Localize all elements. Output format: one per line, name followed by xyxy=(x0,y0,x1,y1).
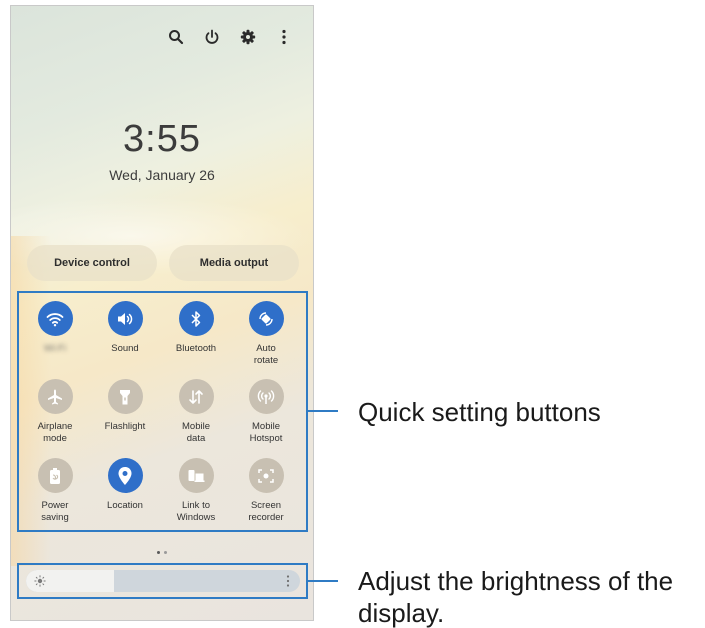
clock-time: 3:55 xyxy=(123,118,201,160)
page-indicator xyxy=(11,551,313,554)
manual-page: 3:55 Wed, January 26 Device control Medi… xyxy=(0,0,705,628)
page-dot xyxy=(164,551,167,554)
quick-settings-callout: Quick setting buttons xyxy=(358,397,601,427)
media-output-button[interactable]: Media output xyxy=(169,245,299,281)
quick-settings-highlight xyxy=(17,291,308,532)
page-dot-active xyxy=(157,551,160,554)
brightness-highlight xyxy=(17,563,308,599)
quick-settings-callout-line xyxy=(308,410,338,412)
brightness-callout-line2: display. xyxy=(358,598,445,628)
power-icon[interactable] xyxy=(201,26,223,48)
clock-date: Wed, January 26 xyxy=(109,167,215,183)
device-control-button[interactable]: Device control xyxy=(27,245,157,281)
more-vertical-icon[interactable] xyxy=(273,26,295,48)
brightness-callout-line xyxy=(308,580,338,582)
search-icon[interactable] xyxy=(165,26,187,48)
gear-icon[interactable] xyxy=(237,26,259,48)
brightness-callout-line1: Adjust the brightness of the xyxy=(358,566,674,596)
quick-panel-top-actions xyxy=(165,26,295,48)
